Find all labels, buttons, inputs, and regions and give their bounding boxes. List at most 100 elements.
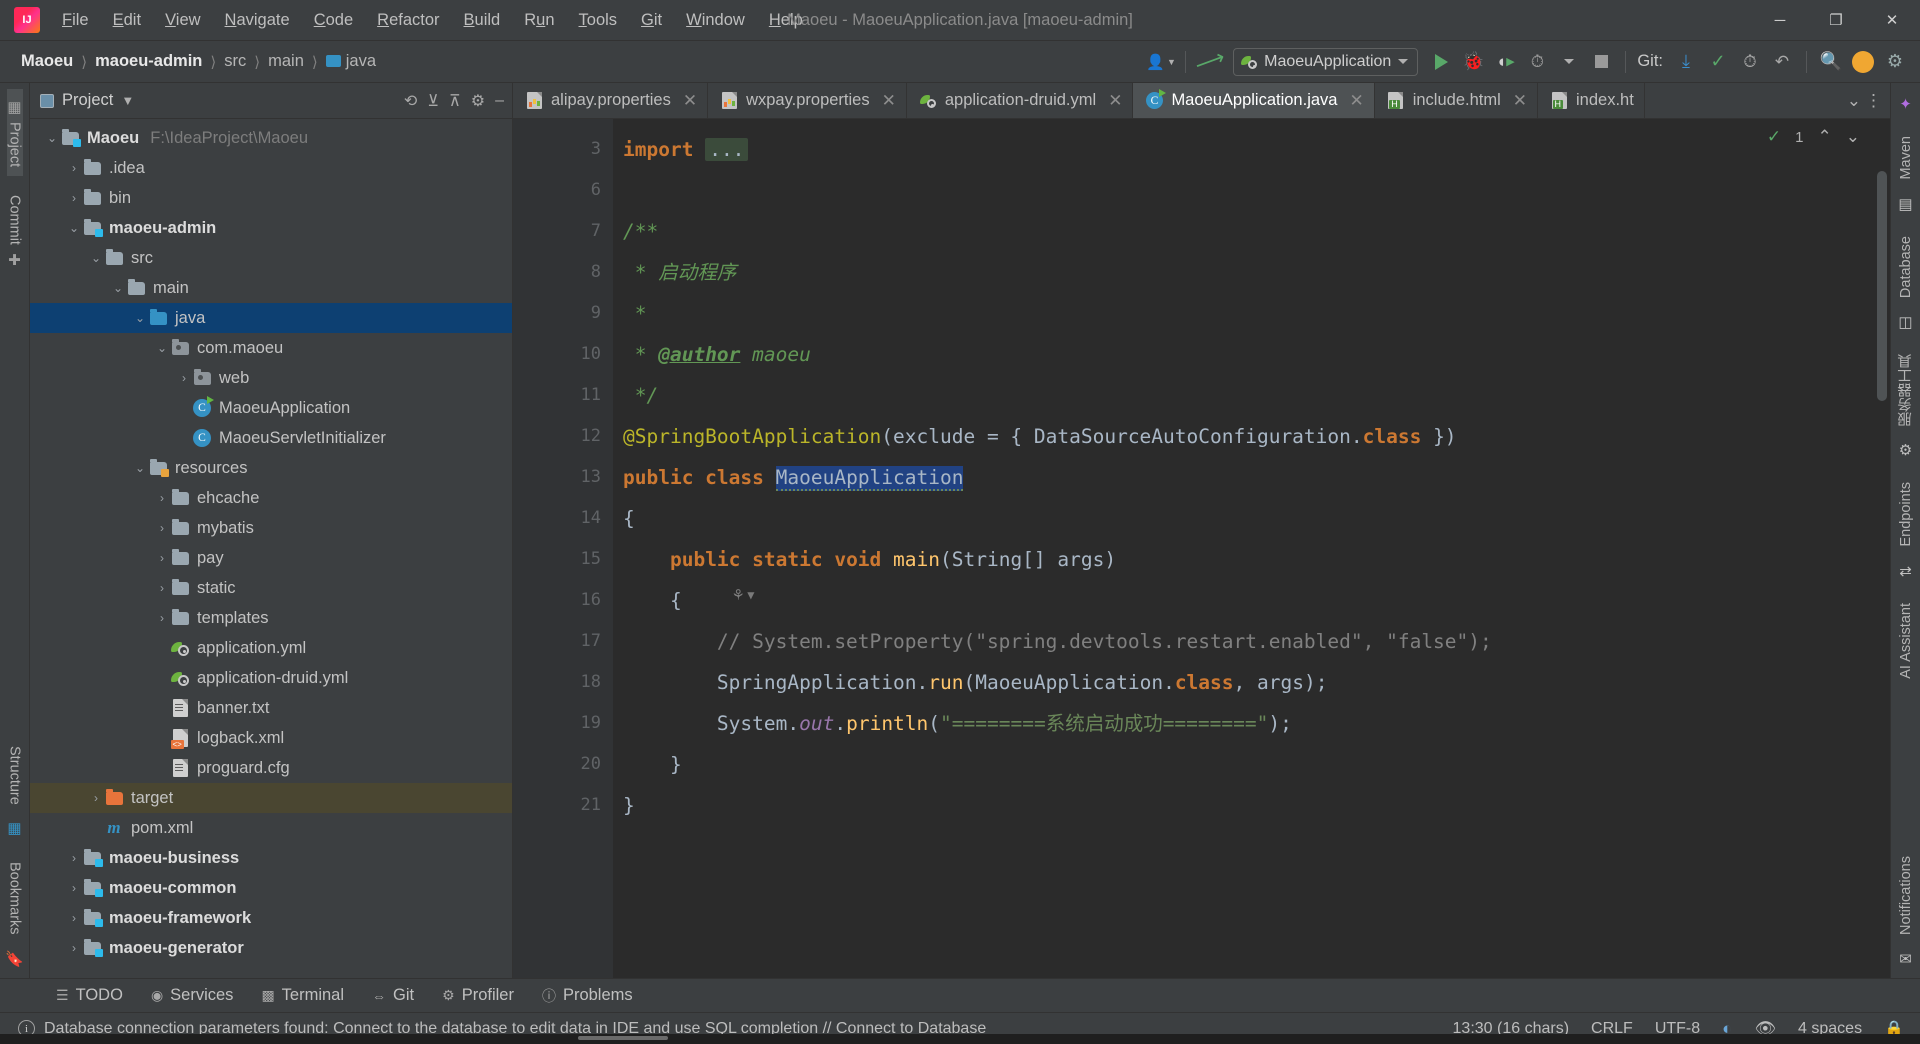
hide-panel-icon[interactable]: – bbox=[495, 92, 504, 110]
tab-application-druid-yml[interactable]: application-druid.yml ✕ bbox=[907, 83, 1134, 118]
code-line-21[interactable]: } bbox=[613, 785, 1868, 826]
menu-refactor[interactable]: Refactor bbox=[365, 7, 451, 34]
sidebar-item-project[interactable]: ▦ Project bbox=[6, 89, 23, 177]
tab-alipay-properties[interactable]: alipay.properties ✕ bbox=[513, 83, 709, 118]
code-line-16[interactable]: { bbox=[613, 580, 1868, 621]
collapse-all-icon[interactable]: ⊼ bbox=[449, 91, 461, 111]
tree-node-application-yml[interactable]: application.yml bbox=[30, 633, 512, 663]
gutter-line-20[interactable]: 20⌐ bbox=[513, 744, 623, 785]
chevron-down-icon[interactable]: ▼ bbox=[121, 93, 134, 108]
ai-sparkle-icon[interactable]: ✦ bbox=[1899, 95, 1912, 113]
expand-all-icon[interactable]: ⊻ bbox=[427, 91, 439, 111]
breadcrumb-item-1[interactable]: maoeu-admin bbox=[88, 49, 209, 74]
code-line-13[interactable]: public class MaoeuApplication bbox=[613, 457, 1868, 498]
editor-code-area[interactable]: ⚘ ▼ import ... /** * 启动程序 * * @author ma… bbox=[613, 119, 1868, 978]
tree-node-target[interactable]: › target bbox=[30, 783, 512, 813]
menu-navigate[interactable]: Navigate bbox=[213, 7, 302, 34]
git-commit-icon[interactable]: ✓ bbox=[1703, 47, 1733, 77]
sidebar-item-structure[interactable]: Structure bbox=[7, 737, 23, 814]
tabs-overflow-icon[interactable]: ⌄ bbox=[1847, 91, 1861, 111]
tree-expand-arrow[interactable]: ⌄ bbox=[44, 131, 60, 145]
implementations-inlay-hint[interactable]: ⚘ ▼ bbox=[733, 585, 754, 605]
close-icon[interactable]: ✕ bbox=[1349, 91, 1363, 111]
tree-node-mybatis[interactable]: › mybatis bbox=[30, 513, 512, 543]
update-project-icon[interactable]: ⟶ bbox=[1192, 46, 1228, 78]
tree-node-main[interactable]: ⌄ main bbox=[30, 273, 512, 303]
tree-node-maoeuapplication[interactable]: C MaoeuApplication bbox=[30, 393, 512, 423]
tree-node-java[interactable]: ⌄ java bbox=[30, 303, 512, 333]
code-line-15[interactable]: public static void main(String[] args) bbox=[613, 539, 1868, 580]
tree-expand-arrow[interactable]: › bbox=[66, 161, 82, 175]
tree-node--idea[interactable]: › .idea bbox=[30, 153, 512, 183]
code-line-18[interactable]: SpringApplication.run(MaoeuApplication.c… bbox=[613, 662, 1868, 703]
tree-expand-arrow[interactable]: › bbox=[154, 611, 170, 625]
code-line-7[interactable]: /** bbox=[613, 211, 1868, 252]
sidebar-item-commit[interactable]: Commit ✚ bbox=[7, 186, 23, 278]
next-problem-icon[interactable]: ⌄ bbox=[1846, 127, 1860, 147]
sidebar-item-bookmarks[interactable]: Bookmarks bbox=[7, 853, 23, 944]
tree-node-logback-xml[interactable]: <> logback.xml bbox=[30, 723, 512, 753]
tree-expand-arrow[interactable]: ⌄ bbox=[132, 311, 148, 325]
select-opened-file-icon[interactable]: ⟲ bbox=[404, 91, 417, 111]
gutter-line-18[interactable]: 18 bbox=[513, 662, 613, 703]
tree-node-static[interactable]: › static bbox=[30, 573, 512, 603]
tabs-more-icon[interactable]: ⋮ bbox=[1865, 91, 1882, 111]
tree-expand-arrow[interactable]: ⌄ bbox=[132, 461, 148, 475]
gutter-line-19[interactable]: 19 bbox=[513, 703, 613, 744]
git-history-icon[interactable]: ⏱ bbox=[1735, 47, 1765, 77]
code-line-14[interactable]: { bbox=[613, 498, 1868, 539]
editor-gutter[interactable]: 3⊞67⊟891011⌐1213141516⊟17181920⌐21 bbox=[513, 119, 658, 978]
settings-gear-icon[interactable]: ⚙ bbox=[1880, 47, 1910, 77]
tree-node-proguard-cfg[interactable]: proguard.cfg bbox=[30, 753, 512, 783]
tool-window-services[interactable]: ◉ Services bbox=[137, 982, 248, 1009]
tree-node-maoeu-common[interactable]: › maoeu-common bbox=[30, 873, 512, 903]
tree-expand-arrow[interactable]: › bbox=[66, 191, 82, 205]
git-rollback-icon[interactable]: ↶ bbox=[1767, 47, 1797, 77]
gutter-line-10[interactable]: 10 bbox=[513, 334, 613, 375]
tree-node-maoeu[interactable]: ⌄ Maoeu F:\IdeaProject\Maoeu bbox=[30, 123, 512, 153]
code-line-17[interactable]: // System.setProperty("spring.devtools.r… bbox=[613, 621, 1868, 662]
gutter-line-14[interactable]: 14 bbox=[513, 498, 613, 539]
tree-expand-arrow[interactable]: › bbox=[66, 881, 82, 895]
close-icon[interactable]: ✕ bbox=[683, 91, 697, 111]
code-line-3[interactable]: import ... bbox=[613, 129, 1868, 170]
tree-expand-arrow[interactable]: › bbox=[66, 911, 82, 925]
gutter-line-21[interactable]: 21 bbox=[513, 785, 613, 826]
project-settings-gear-icon[interactable]: ⚙ bbox=[471, 91, 485, 111]
search-icon[interactable]: 🔍 bbox=[1816, 47, 1846, 77]
tab-index-html[interactable]: index.ht bbox=[1538, 83, 1645, 118]
tree-expand-arrow[interactable]: ⌄ bbox=[110, 281, 126, 295]
tree-node-maoeu-admin[interactable]: ⌄ maoeu-admin bbox=[30, 213, 512, 243]
tree-expand-arrow[interactable]: ⌄ bbox=[154, 341, 170, 355]
tree-node-templates[interactable]: › templates bbox=[30, 603, 512, 633]
gutter-line-17[interactable]: 17 bbox=[513, 621, 613, 662]
tree-node-maoeu-business[interactable]: › maoeu-business bbox=[30, 843, 512, 873]
close-button[interactable]: ✕ bbox=[1864, 0, 1920, 41]
tree-expand-arrow[interactable]: › bbox=[154, 581, 170, 595]
code-line-20[interactable]: } bbox=[613, 744, 1868, 785]
gutter-line-13[interactable]: 13 bbox=[513, 457, 644, 498]
menu-run[interactable]: Run bbox=[512, 7, 566, 34]
tab-include-html[interactable]: include.html ✕ bbox=[1375, 83, 1539, 118]
tree-node-application-druid-yml[interactable]: application-druid.yml bbox=[30, 663, 512, 693]
code-line-12[interactable]: @SpringBootApplication(exclude = { DataS… bbox=[613, 416, 1868, 457]
breadcrumb-item-3[interactable]: main bbox=[261, 49, 311, 74]
sidebar-item-server-tools[interactable]: 服务器工具 bbox=[1895, 345, 1916, 436]
close-icon[interactable]: ✕ bbox=[1513, 91, 1527, 111]
menu-window[interactable]: Window bbox=[674, 7, 757, 34]
debug-button[interactable]: 🐞 bbox=[1458, 47, 1488, 77]
tree-expand-arrow[interactable]: › bbox=[88, 791, 104, 805]
menu-view[interactable]: View bbox=[153, 7, 212, 34]
code-line-10[interactable]: * @author maoeu bbox=[613, 334, 1868, 375]
sidebar-item-database[interactable]: Database bbox=[1898, 227, 1914, 307]
sidebar-item-maven[interactable]: Maven bbox=[1898, 127, 1914, 189]
gutter-line-7[interactable]: 7⊟ bbox=[513, 211, 623, 252]
menu-build[interactable]: Build bbox=[452, 7, 513, 34]
tree-expand-arrow[interactable]: › bbox=[154, 521, 170, 535]
tab-maoeuapplication-java[interactable]: C MaoeuApplication.java ✕ bbox=[1133, 83, 1375, 118]
code-line-6[interactable] bbox=[613, 170, 1868, 211]
tree-node-web[interactable]: › web bbox=[30, 363, 512, 393]
prev-problem-icon[interactable]: ⌃ bbox=[1818, 127, 1832, 147]
tree-node-maoeu-generator[interactable]: › maoeu-generator bbox=[30, 933, 512, 963]
breadcrumb-item-4[interactable]: java bbox=[319, 49, 383, 74]
